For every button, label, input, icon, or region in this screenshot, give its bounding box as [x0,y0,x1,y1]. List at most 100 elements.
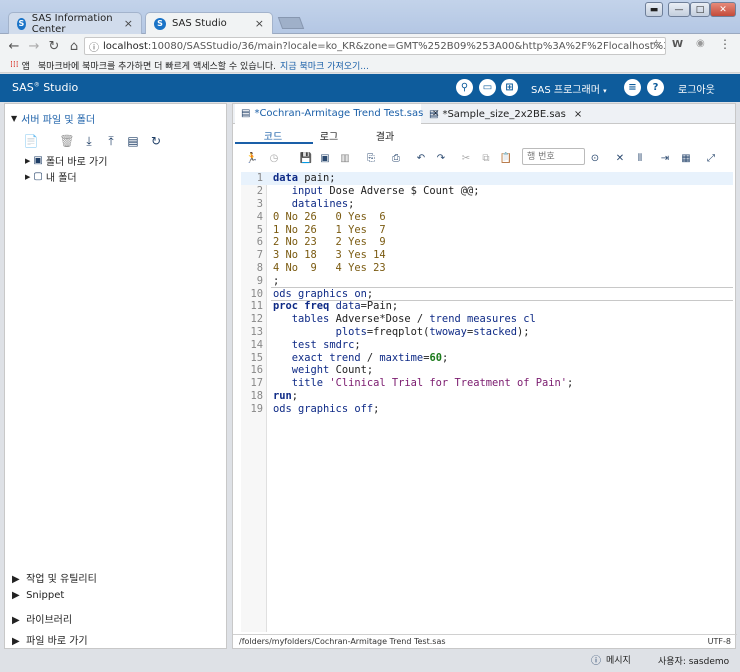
paste-icon[interactable]: 📋 [499,151,513,165]
sas-program-icon: ▤ [241,107,251,119]
save-log-icon[interactable]: ▥ [338,151,352,165]
server-files-title: 서버 파일 및 폴더 [21,115,96,126]
subtab-code[interactable]: 코드 [243,128,303,143]
expand-arrow-icon[interactable]: ▶ [25,157,30,165]
print-icon[interactable]: ⎙ [389,151,403,165]
address-row: ← → ↻ ⌂ ⓘ localhost :10080/SASStudio/36/… [0,34,740,58]
accordion-tasks-utilities[interactable]: ▶ 작업 및 유틸리티 [12,570,97,585]
browser-titlebar: S SAS Information Center × S SAS Studio … [0,0,740,35]
accordion-file-shortcuts[interactable]: ▶ 파일 바로 가기 [12,632,88,647]
forward-arrow-icon[interactable]: → [24,39,44,54]
bottom-status-bar: ⓘ 메시지 사용자: sasdemo [0,650,740,672]
export-icon[interactable]: ⎘ [364,151,378,165]
url-path: :10080/SASStudio/36/main?locale=ko_KR&zo… [147,40,666,52]
url-bar[interactable]: ⓘ localhost :10080/SASStudio/36/main?loc… [84,37,666,55]
hamburger-menu-icon[interactable]: ≡ [624,79,641,96]
code-line: 19 ods graphics off; [250,402,380,415]
maximize-view-icon[interactable]: ⤢ [704,151,718,165]
delete-icon[interactable]: 🗑 [59,134,75,148]
url-host: localhost [103,40,148,52]
user-profile-button[interactable]: ▬ [645,2,663,17]
close-tab-icon[interactable]: × [255,17,264,30]
code-line: 51 No 26 1 Yes 7 [256,223,386,236]
search-icon[interactable]: ⚲ [456,79,473,96]
code-line: 62 No 23 2 Yes 9 [256,236,386,249]
download-icon[interactable]: ⤓ [81,134,97,148]
editor-tab-label: *Cochran-Armitage Trend Test.sas [254,107,424,119]
info-icon: ⓘ [89,42,99,54]
minimize-button[interactable]: — [668,2,690,17]
editor-tab-label: *Sample_size_2x2BE.sas [442,108,566,120]
code-line: 18 run; [250,389,299,402]
submit-selected-icon[interactable]: ⇥ [658,151,672,165]
save-as-icon[interactable]: ▣ [318,151,332,165]
maximize-button[interactable]: □ [690,2,710,17]
go-to-line-icon[interactable]: ⊙ [588,151,602,165]
logout-link[interactable]: 로그아웃 [678,81,715,96]
editor-tab-cochran[interactable]: ▤ *Cochran-Armitage Trend Test.sas × [235,104,440,124]
sas-program-icon: ▤ [429,108,439,120]
import-bookmarks-link[interactable]: 지금 북마크 가져오기... [280,59,369,72]
line-number-input[interactable] [522,148,585,165]
code-line: 73 No 18 3 Yes 14 [256,249,386,262]
new-tab-button[interactable] [277,17,305,29]
accordion-snippets[interactable]: ▶ Snippet [12,590,64,601]
tree-item-my-folders[interactable]: ▶ ▢ 내 폴더 [25,169,77,184]
upload-icon[interactable]: ⤒ [103,134,119,148]
server-files-header[interactable]: ▼ 서버 파일 및 폴더 [11,111,95,126]
run-icon[interactable]: 🏃 [245,151,259,165]
folder-shortcut-icon: ▣ [33,155,43,166]
format-code-icon[interactable]: ✕ [613,151,627,165]
code-line: 3 datalines; [256,197,355,210]
help-icon[interactable]: ? [647,79,664,96]
copy-icon[interactable]: ⧉ [479,151,493,165]
code-editor[interactable]: 1 data pain; 2 input Dose Adverse $ Count… [241,172,733,632]
grid-icon[interactable]: ⊞ [501,79,518,96]
message-info-icon[interactable]: ⓘ [591,652,601,667]
reload-icon[interactable]: ↻ [44,39,64,54]
refresh-icon[interactable]: ↻ [148,134,164,148]
sas-programmer-menu[interactable]: SAS 프로그래머 ▾ [531,81,607,96]
editor-tab-sample-size[interactable]: ▤ *Sample_size_2x2BE.sas × [423,104,582,124]
tree-item-folder-shortcuts[interactable]: ▶ ▣ 폴더 바로 가기 [25,153,107,168]
close-tab-icon[interactable]: × [574,109,582,120]
accordion-libraries[interactable]: ▶ 라이브러리 [12,611,72,626]
subtab-log[interactable]: 로그 [299,128,359,143]
back-arrow-icon[interactable]: ← [4,39,24,54]
redo-icon[interactable]: ↷ [434,151,448,165]
extension-circle-icon[interactable]: ◉ [696,38,705,49]
expand-arrow-icon[interactable]: ▶ [25,173,30,181]
home-icon[interactable]: ⌂ [64,39,84,54]
editor-panel: ▤ *Cochran-Armitage Trend Test.sas × ▤ *… [232,103,737,649]
subtab-results[interactable]: 결과 [355,128,415,143]
new-file-icon[interactable]: 📄 [23,134,39,148]
undo-icon[interactable]: ↶ [414,151,428,165]
bookmarks-bar: ⁞⁞⁞ 앱 북마크바에 북마크를 추가하면 더 빠르게 액세스할 수 있습니다.… [0,58,740,73]
messages-link[interactable]: 메시지 [606,653,631,666]
browser-tab-label: SAS Studio [172,18,227,29]
folder-icon[interactable]: ▭ [479,79,496,96]
program-summary-icon[interactable]: ⫴ [633,151,647,165]
bookmark-star-icon[interactable]: ☆ [651,37,662,51]
extension-w-icon[interactable]: W [672,39,683,50]
properties-icon[interactable]: ▤ [125,134,141,148]
collapse-arrow-icon[interactable]: ▼ [11,114,17,123]
browser-tab-sas-information-center[interactable]: S SAS Information Center × [8,12,142,35]
file-path: /folders/myfolders/Cochran-Armitage Tren… [239,637,446,646]
recent-history-icon[interactable]: ◷ [267,151,281,165]
cut-icon[interactable]: ✂ [459,151,473,165]
apps-label[interactable]: 앱 [22,59,30,72]
close-window-button[interactable]: ✕ [710,2,736,17]
apps-grid-icon[interactable]: ⁞⁞⁞ [10,60,19,70]
browser-menu-icon[interactable]: ⋮ [719,37,731,51]
split-view-icon[interactable]: ▦ [679,151,693,165]
code-line: 15 exact trend / maxtime=60; [250,351,449,364]
browser-tab-sas-studio[interactable]: S SAS Studio × [145,12,273,34]
close-tab-icon[interactable]: × [124,17,133,30]
code-line: 1 data pain; [256,172,336,185]
sas-studio-header: SAS® Studio ⚲ ▭ ⊞ SAS 프로그래머 ▾ ≡ ? 로그아웃 [0,74,740,102]
code-line: 13 plots=freqplot(twoway=stacked); [250,325,530,338]
browser-tab-label: SAS Information Center [31,12,113,35]
save-icon[interactable]: 💾 [299,151,313,165]
encoding-label: UTF-8 [707,637,731,646]
